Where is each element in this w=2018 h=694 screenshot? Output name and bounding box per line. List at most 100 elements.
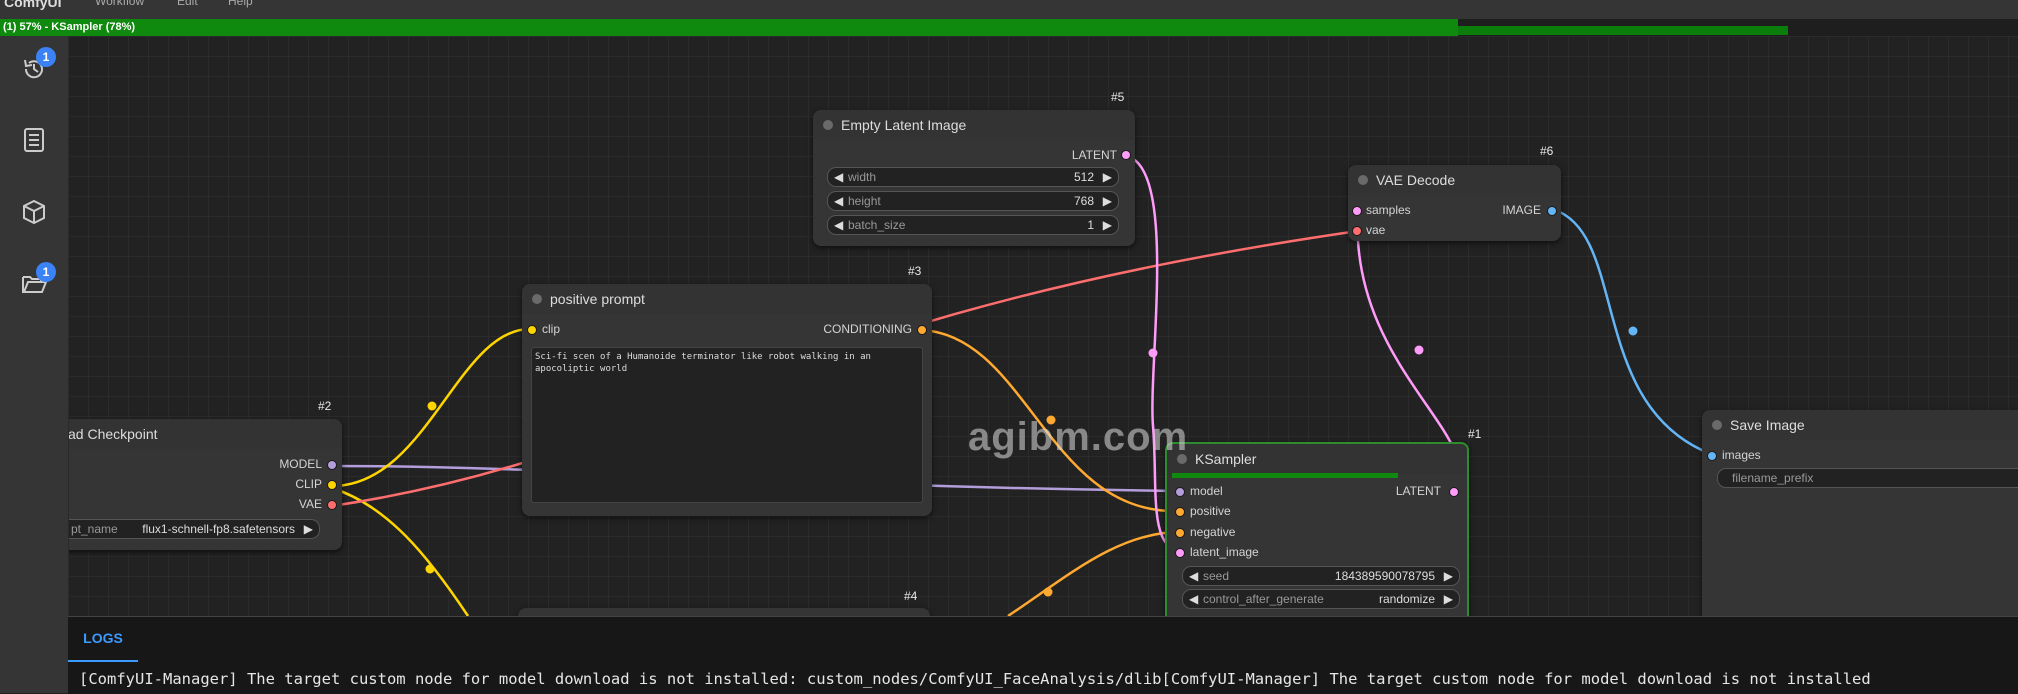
input-pin-negative[interactable] [1175, 528, 1185, 538]
output-pin-model[interactable] [327, 460, 337, 470]
output-pin-image[interactable] [1547, 206, 1557, 216]
input-pin-vae[interactable] [1352, 226, 1362, 236]
node-progress-bar [1172, 473, 1398, 478]
bottom-panel: LOGS [ComfyUI-Manager] The target custom… [68, 616, 2018, 694]
node-title[interactable]: ad Checkpoint [68, 419, 342, 449]
wire-latent-in-midpoint [1148, 348, 1158, 358]
watermark: agibm.com [968, 415, 1189, 459]
node-title-text: KSampler [1195, 451, 1257, 467]
collapse-dot[interactable] [1712, 420, 1722, 430]
node-title-text: Empty Latent Image [841, 117, 967, 133]
input-label-positive: positive [1190, 504, 1231, 518]
output-pin-clip[interactable] [327, 480, 337, 490]
node-library-icon [24, 128, 44, 152]
decrement-icon[interactable]: ◀ [834, 216, 843, 234]
menu-bar: ComfyUI Workflow Edit Help [0, 0, 2018, 20]
output-pin-latent[interactable] [1449, 487, 1459, 497]
node-title-text: Save Image [1730, 417, 1805, 433]
node-ksampler[interactable]: KSampler model positive negative latent_… [1165, 442, 1469, 616]
node-partially-hidden[interactable] [518, 608, 930, 616]
sidebar: 1 1 [0, 36, 69, 693]
widget-batch-size[interactable]: ◀ batch_size 1 ▶ [827, 215, 1119, 235]
widget-filename-prefix[interactable]: filename_prefix C [1717, 468, 2018, 488]
increment-icon[interactable]: ▶ [1103, 168, 1112, 186]
node-progress-bar [1458, 26, 1788, 35]
node-vae-decode[interactable]: VAE Decode samples vae IMAGE [1348, 165, 1561, 241]
increment-icon[interactable]: ▶ [1103, 192, 1112, 210]
widget-label: width [848, 170, 877, 184]
widget-value: 512 [1073, 170, 1094, 184]
input-label-negative: negative [1190, 525, 1236, 539]
tab-logs[interactable]: LOGS [68, 617, 138, 662]
increment-icon[interactable]: ▶ [1103, 216, 1112, 234]
prompt-textarea[interactable]: Sci-fi scen of a Humanoide terminator li… [531, 347, 923, 503]
node-title[interactable]: positive prompt [522, 284, 932, 314]
wire-latent-out-midpoint [1414, 345, 1424, 355]
menu-workflow[interactable]: Workflow [95, 0, 144, 8]
previous-icon[interactable]: ◀ [1189, 590, 1198, 608]
progress-label: (1) 57% - KSampler (78%) [3, 21, 136, 33]
sidebar-item-model-library[interactable] [14, 192, 54, 232]
input-pin-latent-image[interactable] [1175, 548, 1185, 558]
menu-help[interactable]: Help [228, 0, 253, 8]
widget-value: randomize [1378, 592, 1435, 606]
menu-edit[interactable]: Edit [177, 0, 198, 8]
widget-label: filename_prefix [1732, 471, 1814, 485]
input-pin-samples[interactable] [1352, 206, 1362, 216]
decrement-icon[interactable]: ◀ [834, 168, 843, 186]
history-badge: 1 [36, 47, 56, 67]
widget-height[interactable]: ◀ height 768 ▶ [827, 191, 1119, 211]
node-title[interactable]: Empty Latent Image [813, 110, 1135, 140]
app-logo[interactable]: ComfyUI [4, 0, 62, 10]
input-label-samples: samples [1366, 203, 1411, 217]
widget-label: batch_size [848, 218, 906, 232]
node-save-image[interactable]: Save Image images filename_prefix C [1702, 410, 2018, 616]
wire-image-midpoint [1628, 326, 1638, 336]
node-id-1: #1 [1468, 427, 1482, 441]
output-pin-latent[interactable] [1121, 150, 1131, 160]
node-title-text: VAE Decode [1376, 172, 1456, 188]
output-label-model: MODEL [279, 457, 322, 471]
widget-ckpt-name[interactable]: pt_name flux1-schnell-fp8.safetensors ▶ [68, 519, 320, 539]
widget-control-after-generate[interactable]: ◀ control_after_generate randomize ▶ [1182, 589, 1460, 609]
decrement-icon[interactable]: ◀ [1189, 567, 1198, 585]
collapse-dot[interactable] [1358, 175, 1368, 185]
node-empty-latent-image[interactable]: Empty Latent Image LATENT ◀ width 512 ▶ … [813, 110, 1135, 246]
node-title-text: ad Checkpoint [68, 426, 158, 442]
workflows-badge: 1 [36, 262, 56, 282]
graph-canvas[interactable]: #5 Empty Latent Image LATENT ◀ width 512… [68, 36, 2018, 616]
wire-clip-lower-midpoint [425, 564, 435, 574]
node-id-3: #3 [908, 264, 922, 278]
collapse-dot[interactable] [532, 294, 542, 304]
decrement-icon[interactable]: ◀ [834, 192, 843, 210]
widget-value: 1 [1087, 218, 1094, 232]
node-title[interactable]: Save Image [1702, 410, 2018, 440]
next-icon[interactable]: ▶ [304, 520, 313, 538]
collapse-dot[interactable] [823, 120, 833, 130]
widget-value: 768 [1073, 194, 1094, 208]
output-pin-vae[interactable] [327, 500, 337, 510]
sidebar-item-workflows[interactable]: 1 [14, 262, 56, 304]
input-pin-positive[interactable] [1175, 507, 1185, 517]
node-id-4: #4 [904, 589, 918, 603]
node-title[interactable]: VAE Decode [1348, 165, 1561, 195]
sidebar-item-node-library[interactable] [14, 120, 54, 160]
widget-width[interactable]: ◀ width 512 ▶ [827, 167, 1119, 187]
output-label: LATENT [1071, 148, 1117, 162]
input-pin-model[interactable] [1175, 487, 1185, 497]
widget-seed[interactable]: ◀ seed 184389590078795 ▶ [1182, 566, 1460, 586]
node-load-checkpoint[interactable]: ad Checkpoint MODEL CLIP VAE pt_name flu… [68, 419, 342, 550]
input-pin-clip[interactable] [527, 325, 537, 335]
next-icon[interactable]: ▶ [1444, 590, 1453, 608]
output-label-vae: VAE [298, 497, 322, 511]
node-positive-prompt[interactable]: positive prompt clip CONDITIONING Sci-fi… [522, 284, 932, 516]
overall-progress-bar [0, 19, 1458, 36]
output-pin-conditioning[interactable] [917, 325, 927, 335]
input-pin-images[interactable] [1707, 451, 1717, 461]
node-title[interactable]: KSampler [1167, 444, 1467, 474]
widget-label: control_after_generate [1203, 592, 1324, 606]
increment-icon[interactable]: ▶ [1444, 567, 1453, 585]
widget-label: pt_name [71, 522, 118, 536]
input-label-clip: clip [542, 322, 561, 336]
sidebar-item-queue-history[interactable]: 1 [14, 47, 56, 89]
